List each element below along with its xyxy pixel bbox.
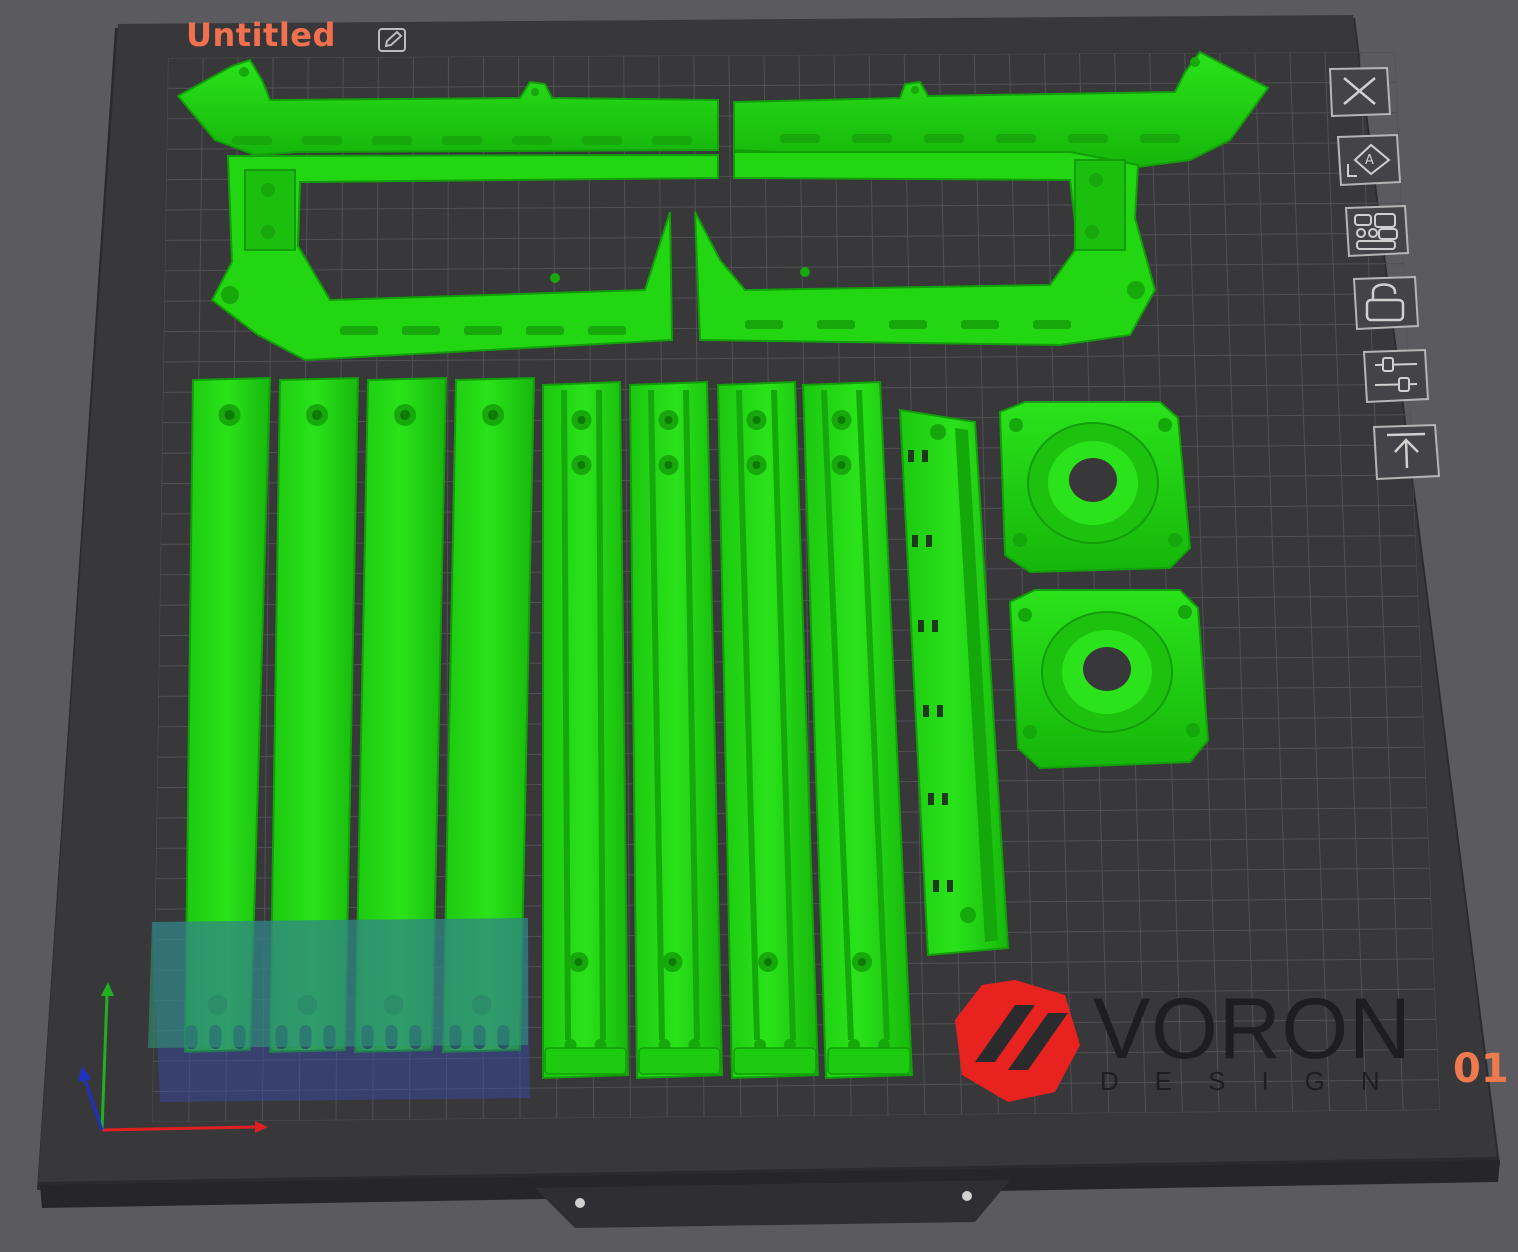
close-icon (1328, 66, 1392, 118)
plate-title[interactable]: Untitled (186, 16, 336, 54)
voron-logo: VORON DESIGN (955, 980, 1416, 1102)
lock-plate-button[interactable] (1351, 274, 1423, 332)
edit-plate-name-button[interactable] (376, 26, 408, 54)
grooved-rail-part-1[interactable] (542, 380, 630, 1080)
logo-brand-text: VORON (1093, 981, 1411, 1077)
move-to-top-button[interactable] (1371, 422, 1443, 482)
delete-plate-button[interactable] (1327, 66, 1393, 118)
auto-orient-button[interactable]: A (1335, 132, 1405, 188)
arrange-button[interactable] (1343, 203, 1413, 259)
motor-mount-part-2[interactable] (1008, 589, 1210, 770)
logo-tagline-text: DESIGN (1100, 1066, 1416, 1096)
grooved-rail-part-2[interactable] (628, 380, 724, 1080)
plate-title-wrap: Untitled (186, 16, 336, 54)
move-to-top-icon (1372, 423, 1441, 481)
svg-text:A: A (1365, 153, 1374, 168)
motor-mount-part-1[interactable] (998, 401, 1192, 574)
selection-bounding-box (148, 918, 530, 1102)
plate-number: 01 (1453, 1046, 1509, 1092)
plate-settings-button[interactable] (1361, 347, 1433, 405)
auto-orient-icon: A (1336, 133, 1402, 187)
lock-icon (1352, 275, 1420, 331)
build-plate-viewport[interactable]: VORON DESIGN (0, 0, 1518, 1252)
arrange-icon (1344, 204, 1410, 258)
plate-settings-icon (1362, 348, 1430, 404)
pencil-edit-icon (378, 28, 406, 52)
